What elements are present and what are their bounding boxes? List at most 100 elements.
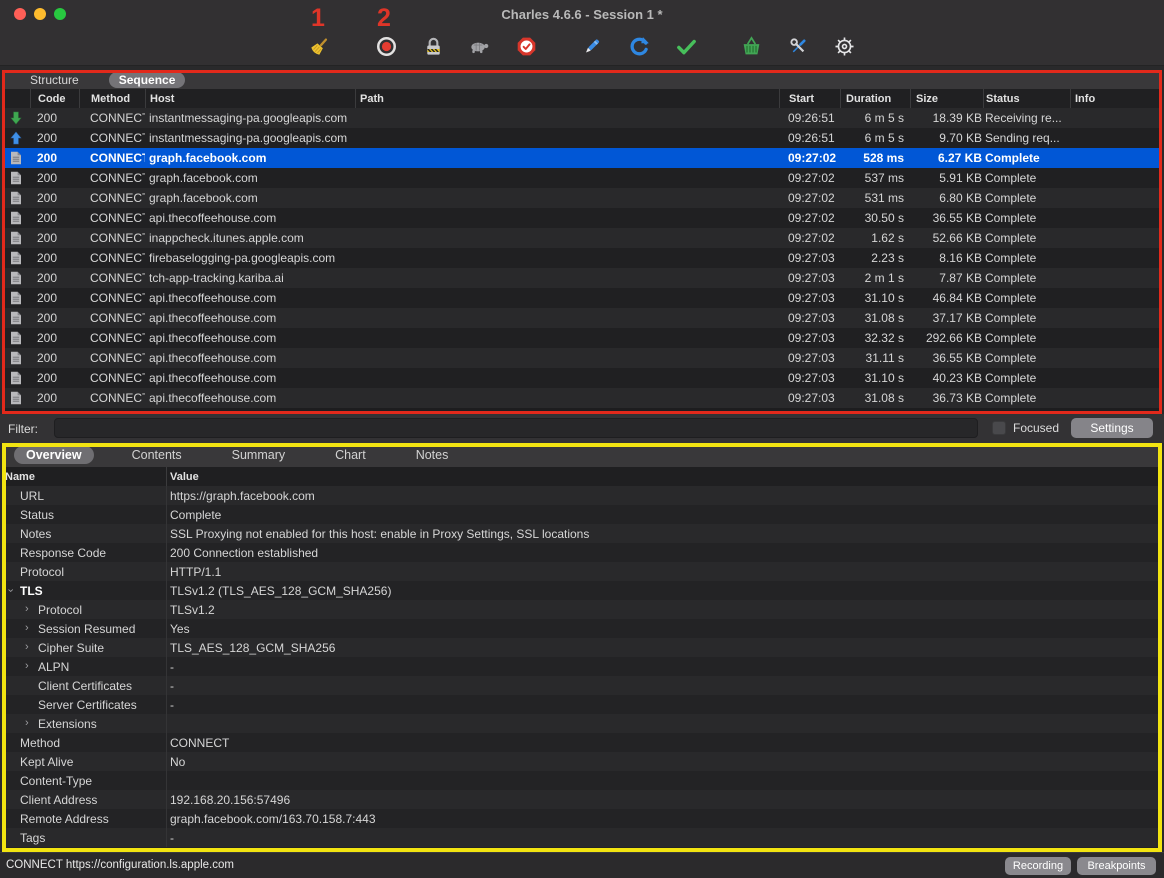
list-item[interactable]: ›Session ResumedYes — [2, 619, 1162, 638]
cell-code: 200 — [30, 351, 79, 365]
settings-gear-icon[interactable] — [831, 33, 857, 59]
list-item[interactable]: Kept AliveNo — [2, 752, 1162, 771]
table-row[interactable]: 200CONNECTinstantmessaging-pa.googleapis… — [2, 108, 1162, 128]
cell-size: 46.84 KB — [910, 291, 983, 305]
list-item[interactable]: ›ALPN- — [2, 657, 1162, 676]
breakpoints-button[interactable]: Breakpoints — [1077, 857, 1156, 875]
basket-icon[interactable] — [738, 33, 764, 59]
cell-host: api.thecoffeehouse.com — [145, 371, 355, 385]
list-item[interactable]: ProtocolHTTP/1.1 — [2, 562, 1162, 581]
table-row[interactable]: 200CONNECTfirebaselogging-pa.googleapis.… — [2, 248, 1162, 268]
cell-start: 09:27:02 — [779, 151, 840, 165]
detail-name-label: ALPN — [38, 660, 69, 674]
detail-name: ›TLS — [2, 581, 167, 600]
cell-size: 18.39 KB — [910, 111, 983, 125]
list-item[interactable]: Response Code200 Connection established — [2, 543, 1162, 562]
list-item[interactable]: MethodCONNECT — [2, 733, 1162, 752]
cell-dur: 31.08 s — [840, 311, 910, 325]
throttle-turtle-icon[interactable] — [466, 33, 492, 59]
list-item[interactable]: ›Extensions — [2, 714, 1162, 733]
detail-name: ›Cipher Suite — [2, 638, 167, 657]
repeat-refresh-icon[interactable] — [626, 33, 652, 59]
chevron-right-icon[interactable]: › — [25, 661, 29, 672]
cell-size: 7.87 KB — [910, 271, 983, 285]
table-row[interactable]: 200CONNECTgraph.facebook.com09:27:02537 … — [2, 168, 1162, 188]
tab-summary[interactable]: Summary — [220, 446, 297, 464]
chevron-right-icon[interactable]: › — [25, 642, 29, 653]
table-row[interactable]: 200CONNECTapi.thecoffeehouse.com09:27:03… — [2, 388, 1162, 408]
column-header-code[interactable]: Code — [30, 89, 79, 108]
table-row[interactable]: 200CONNECTgraph.facebook.com09:27:02531 … — [2, 188, 1162, 208]
record-icon[interactable] — [373, 33, 399, 59]
list-item[interactable]: ›ProtocolTLSv1.2 — [2, 600, 1162, 619]
chevron-right-icon[interactable]: › — [25, 604, 29, 615]
tab-chart[interactable]: Chart — [323, 446, 378, 464]
list-item[interactable]: Client Address192.168.20.156:57496 — [2, 790, 1162, 809]
settings-button[interactable]: Settings — [1071, 418, 1153, 438]
table-row[interactable]: 200CONNECTtch-app-tracking.kariba.ai09:2… — [2, 268, 1162, 288]
table-row[interactable]: 200CONNECTapi.thecoffeehouse.com09:27:03… — [2, 308, 1162, 328]
cell-host: inappcheck.itunes.apple.com — [145, 231, 355, 245]
cell-status: Complete — [983, 391, 1070, 405]
table-row[interactable]: 200CONNECTapi.thecoffeehouse.com09:27:03… — [2, 328, 1162, 348]
breakpoints-stop-icon[interactable] — [513, 33, 539, 59]
table-row[interactable]: 200CONNECTinstantmessaging-pa.googleapis… — [2, 128, 1162, 148]
cell-dur: 31.11 s — [840, 351, 910, 365]
sequence-table-header: CodeMethodHostPathStartDurationSizeStatu… — [2, 89, 1162, 108]
clear-broom-icon[interactable] — [306, 33, 332, 59]
chevron-right-icon[interactable]: › — [25, 718, 29, 729]
filter-input[interactable] — [54, 418, 978, 438]
column-header-path[interactable]: Path — [355, 89, 779, 108]
list-item[interactable]: Content-Type — [2, 771, 1162, 790]
column-header-start[interactable]: Start — [779, 89, 840, 108]
detail-name-label: Server Certificates — [38, 698, 137, 712]
tab-contents[interactable]: Contents — [120, 446, 194, 464]
tab-notes[interactable]: Notes — [404, 446, 461, 464]
list-item[interactable]: Client Certificates- — [2, 676, 1162, 695]
list-item[interactable]: Tags- — [2, 828, 1162, 847]
detail-value: - — [167, 831, 1162, 845]
column-header-duration[interactable]: Duration — [840, 89, 910, 108]
list-item[interactable]: Remote Addressgraph.facebook.com/163.70.… — [2, 809, 1162, 828]
detail-name: ›Extensions — [2, 714, 167, 733]
list-item[interactable]: URLhttps://graph.facebook.com — [2, 486, 1162, 505]
table-row[interactable]: 200CONNECTapi.thecoffeehouse.com09:27:03… — [2, 368, 1162, 388]
validate-check-icon[interactable] — [673, 33, 699, 59]
cell-host: firebaselogging-pa.googleapis.com — [145, 251, 355, 265]
list-item[interactable]: Server Certificates - — [2, 695, 1162, 714]
cell-start: 09:27:03 — [779, 391, 840, 405]
tab-overview[interactable]: Overview — [14, 446, 94, 464]
detail-name-label: Kept Alive — [20, 755, 73, 769]
table-row[interactable]: 200CONNECTapi.thecoffeehouse.com09:27:03… — [2, 348, 1162, 368]
detail-value: Complete — [167, 508, 1162, 522]
table-row[interactable]: 200CONNECTgraph.facebook.com09:27:02528 … — [2, 148, 1162, 168]
focused-checkbox[interactable] — [992, 421, 1006, 435]
column-header-host[interactable]: Host — [145, 89, 355, 108]
column-header-status[interactable]: Status — [983, 89, 1070, 108]
chevron-right-icon[interactable]: › — [25, 623, 29, 634]
list-item[interactable]: StatusComplete — [2, 505, 1162, 524]
table-row[interactable]: 200CONNECTapi.thecoffeehouse.com09:27:02… — [2, 208, 1162, 228]
cell-size: 9.70 KB — [910, 131, 983, 145]
chevron-down-icon[interactable]: › — [4, 589, 15, 593]
sequence-panel: Structure Sequence CodeMethodHostPathStar… — [2, 70, 1162, 414]
tab-sequence[interactable]: Sequence — [109, 72, 186, 88]
detail-value: - — [167, 698, 1162, 712]
list-item[interactable]: NotesSSL Proxying not enabled for this h… — [2, 524, 1162, 543]
cell-code: 200 — [30, 211, 79, 225]
recording-button[interactable]: Recording — [1005, 857, 1071, 875]
compose-pencil-icon[interactable] — [578, 33, 604, 59]
tools-icon[interactable] — [785, 33, 811, 59]
column-header-size[interactable]: Size — [910, 89, 983, 108]
list-item[interactable]: ›TLSTLSv1.2 (TLS_AES_128_GCM_SHA256) — [2, 581, 1162, 600]
ssl-lock-icon[interactable] — [420, 33, 446, 59]
tab-structure[interactable]: Structure — [20, 72, 89, 88]
detail-value: Yes — [167, 622, 1162, 636]
table-row[interactable]: 200CONNECTapi.thecoffeehouse.com09:27:03… — [2, 288, 1162, 308]
list-item[interactable]: ›Cipher SuiteTLS_AES_128_GCM_SHA256 — [2, 638, 1162, 657]
column-header-info[interactable]: Info — [1070, 89, 1162, 108]
column-header-method[interactable]: Method — [79, 89, 145, 108]
table-row[interactable]: 200CONNECTinappcheck.itunes.apple.com09:… — [2, 228, 1162, 248]
name-column-header: Name — [2, 467, 167, 486]
detail-value: 192.168.20.156:57496 — [167, 793, 1162, 807]
